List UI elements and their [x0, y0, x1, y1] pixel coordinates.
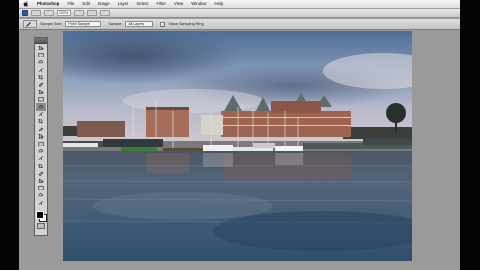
crop-tool-button[interactable]: [36, 74, 46, 81]
foreground-color-swatch[interactable]: [36, 210, 44, 219]
menu-filter[interactable]: Filter: [152, 0, 170, 8]
tool-list: [35, 44, 47, 207]
blur-tool-button[interactable]: [36, 133, 46, 140]
type-tool-button[interactable]: [36, 155, 46, 162]
dodge-icon: [38, 141, 44, 146]
move-icon: [38, 45, 44, 50]
3d-rotate-icon: [38, 178, 44, 184]
3d-orbit-tool-button[interactable]: [36, 184, 46, 191]
hand-icon: [38, 193, 43, 198]
menu-window[interactable]: Window: [187, 0, 210, 8]
view-extras-button[interactable]: [44, 10, 54, 16]
eyedropper-tool-button[interactable]: [36, 81, 46, 88]
menu-bar: Photoshop File Edit Image Layer Select F…: [19, 0, 460, 9]
sample-value: All Layers: [128, 22, 145, 26]
screen-mode-button[interactable]: [100, 10, 110, 16]
shape-tool-button[interactable]: [36, 170, 46, 177]
clone-stamp-tool-button[interactable]: [36, 103, 46, 111]
hand-tool-button[interactable]: [36, 192, 46, 199]
spot-healing-tool-button[interactable]: [36, 88, 46, 95]
brush-icon: [38, 97, 44, 102]
menu-help[interactable]: Help: [211, 0, 228, 8]
move-tool-button[interactable]: [36, 44, 46, 51]
eraser-tool-button[interactable]: [36, 118, 46, 125]
options-bar: Sample Size: Point Sample Sample: All La…: [19, 19, 460, 30]
marquee-tool-button[interactable]: [36, 51, 46, 58]
photoshop-window: Photoshop File Edit Image Layer Select F…: [19, 0, 460, 270]
history-brush-icon: [38, 112, 44, 116]
arrange-documents-button[interactable]: [87, 10, 97, 16]
blur-icon: [38, 134, 44, 139]
letterbox-left: [0, 0, 19, 270]
3d-rotate-tool-button[interactable]: [36, 177, 46, 184]
menu-file[interactable]: File: [63, 0, 78, 8]
document-window[interactable]: [63, 31, 412, 261]
eyedropper-preset-icon[interactable]: [23, 20, 37, 28]
letterbox-right: [460, 0, 480, 270]
show-sampling-ring-checkbox[interactable]: ✓: [160, 21, 166, 27]
application-bar: 100%: [19, 9, 460, 18]
brush-tool-button[interactable]: [36, 96, 46, 103]
marquee-icon: [38, 53, 44, 58]
pen-tool-button[interactable]: [36, 147, 46, 154]
eyedropper-icon: [38, 82, 44, 87]
zoom-level-field[interactable]: 100%: [57, 10, 71, 16]
color-swatches: [35, 210, 47, 222]
clone-stamp-icon: [38, 104, 43, 109]
dodge-tool-button[interactable]: [36, 140, 46, 147]
quick-selection-tool-button[interactable]: [36, 66, 46, 73]
sample-select[interactable]: All Layers: [125, 21, 154, 27]
eraser-icon: [38, 119, 43, 124]
menu-layer[interactable]: Layer: [114, 0, 133, 8]
shape-icon: [38, 171, 44, 176]
quick-selection-icon: [38, 67, 44, 72]
menu-app-name[interactable]: Photoshop: [33, 0, 63, 8]
menu-view[interactable]: View: [170, 0, 187, 8]
sample-size-label: Sample Size:: [40, 22, 63, 26]
screen: Photoshop File Edit Image Layer Select F…: [0, 0, 480, 270]
hand-tool-button[interactable]: [74, 10, 84, 16]
bridge-button[interactable]: [31, 10, 41, 16]
gradient-icon: [38, 127, 44, 132]
sample-size-select[interactable]: Point Sample: [65, 21, 102, 27]
menu-select[interactable]: Select: [132, 0, 152, 8]
harbor-photo[interactable]: [63, 31, 412, 261]
zoom-tool-button[interactable]: [36, 199, 46, 206]
3d-orbit-icon: [38, 186, 44, 191]
menu-image[interactable]: Image: [94, 0, 114, 8]
lasso-icon: [38, 60, 43, 65]
apple-icon[interactable]: [23, 1, 29, 7]
crop-icon: [38, 75, 43, 80]
gradient-tool-button[interactable]: [36, 125, 46, 132]
spot-healing-icon: [38, 89, 44, 95]
path-selection-icon: [38, 163, 43, 169]
zoom-icon: [38, 200, 44, 205]
tools-panel: [34, 37, 48, 236]
ps-logo-icon[interactable]: [22, 10, 28, 16]
type-icon: [38, 156, 44, 161]
path-selection-tool-button[interactable]: [36, 162, 46, 169]
lasso-tool-button[interactable]: [36, 59, 46, 66]
quick-mask-button[interactable]: [37, 222, 45, 229]
sample-size-value: Point Sample: [68, 22, 90, 26]
sample-label: Sample:: [108, 22, 123, 26]
pen-icon: [38, 149, 43, 153]
history-brush-tool-button[interactable]: [36, 111, 46, 118]
menu-edit[interactable]: Edit: [78, 0, 93, 8]
show-sampling-ring-label: Show Sampling Ring: [168, 22, 204, 26]
